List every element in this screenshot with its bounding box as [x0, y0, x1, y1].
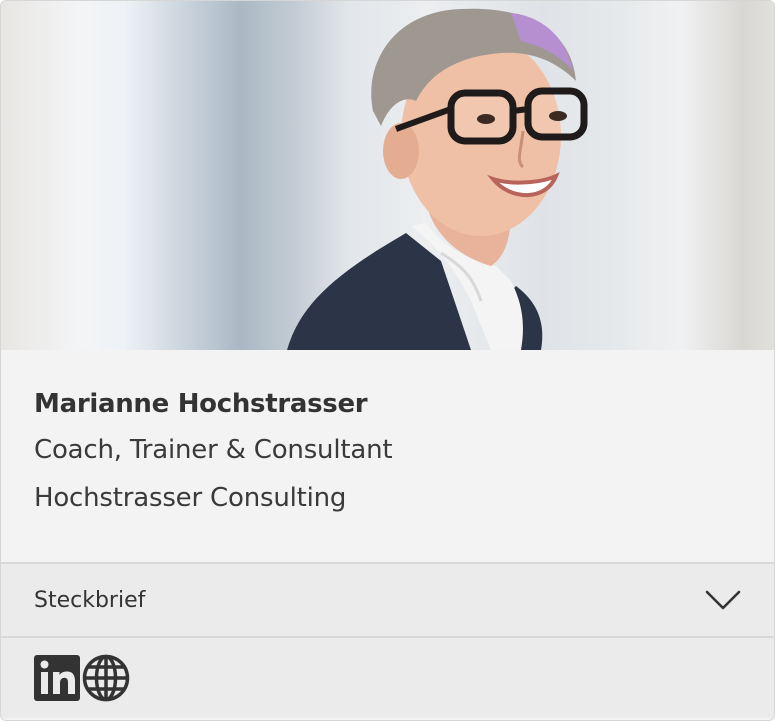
profile-card: Marianne Hochstrasser Coach, Trainer & C…: [0, 0, 775, 721]
linkedin-icon: [34, 655, 80, 701]
globe-icon: [82, 654, 130, 702]
portrait-illustration: [287, 8, 588, 350]
linkedin-link[interactable]: [33, 654, 81, 702]
website-link[interactable]: [81, 653, 131, 703]
steckbrief-label: Steckbrief: [34, 587, 146, 613]
chevron-down-icon: [705, 590, 741, 610]
social-links: [1, 638, 774, 718]
profile-photo: [1, 1, 774, 350]
profile-info: Marianne Hochstrasser Coach, Trainer & C…: [1, 350, 774, 564]
profile-role: Coach, Trainer & Consultant: [34, 435, 393, 465]
profile-name: Marianne Hochstrasser: [34, 389, 368, 419]
steckbrief-toggle[interactable]: Steckbrief: [1, 564, 774, 638]
profile-company: Hochstrasser Consulting: [34, 483, 347, 513]
